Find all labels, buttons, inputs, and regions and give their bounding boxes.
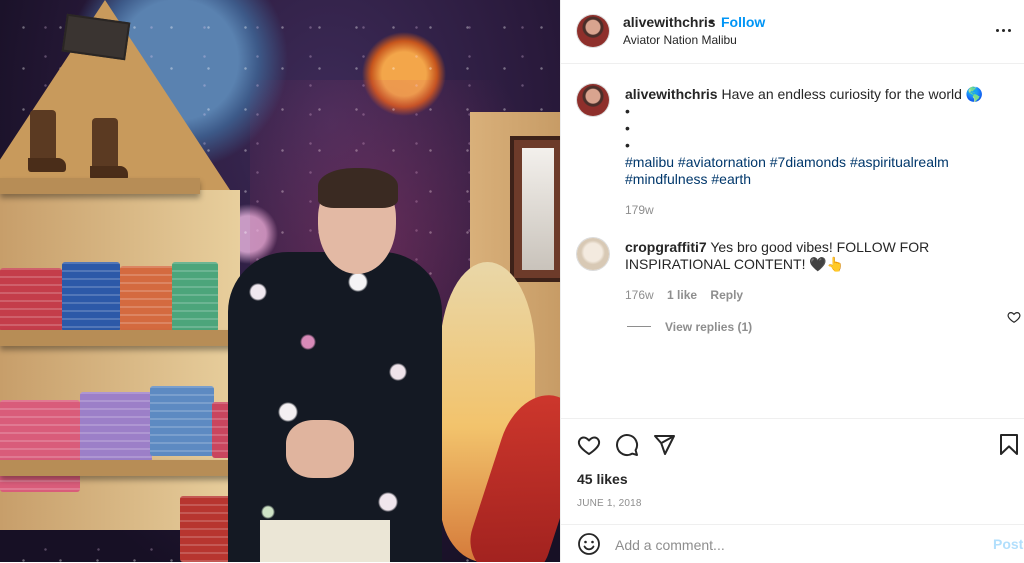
- photo-display-shelves: [0, 0, 252, 562]
- caption-line: alivewithchris Have an endless curiosity…: [625, 86, 1005, 103]
- comment-text: Yes bro good vibes! FOLLOW FOR: [710, 239, 930, 255]
- post-header: alivewithchris • Follow Aviator Nation M…: [561, 0, 1024, 64]
- photo-clothes-stack: [150, 386, 214, 456]
- post-actions: 45 likes June 1, 2018: [561, 418, 1024, 525]
- photo-shelf-board: [0, 178, 200, 194]
- location-link[interactable]: Aviator Nation Malibu: [623, 33, 737, 47]
- comment-meta: 176w 1 like Reply: [625, 288, 743, 302]
- avatar[interactable]: [577, 238, 609, 270]
- photo-boot: [90, 118, 128, 180]
- hashtag-link[interactable]: #aviatornation: [678, 154, 766, 170]
- photo-person-shirt: [228, 252, 442, 562]
- photo-shelf-board: [0, 460, 250, 476]
- photo-clothes-stack: [80, 392, 152, 462]
- hashtag-link[interactable]: #mindfulness: [625, 171, 708, 187]
- photo-boot: [28, 110, 66, 172]
- caption-timestamp[interactable]: 179w: [625, 203, 654, 217]
- comment-text-cont: INSPIRATIONAL CONTENT! 🖤👆: [625, 256, 845, 272]
- add-comment-bar: Post: [561, 524, 1024, 563]
- caption-username[interactable]: alivewithchris: [625, 86, 718, 102]
- heart-icon[interactable]: [577, 433, 601, 457]
- hashtag-link[interactable]: #malibu: [625, 154, 674, 170]
- comment-heart-icon[interactable]: [1007, 310, 1021, 324]
- comment-likes[interactable]: 1 like: [667, 288, 697, 302]
- avatar[interactable]: [577, 84, 609, 116]
- view-replies-button[interactable]: View replies (1): [665, 320, 752, 334]
- photo-clothes-stack: [0, 400, 80, 492]
- emoji-icon[interactable]: [577, 532, 601, 556]
- avatar[interactable]: [577, 15, 609, 47]
- photo-clothes-stack: [120, 266, 174, 332]
- caption-bullet: •: [625, 137, 630, 153]
- header-username[interactable]: alivewithchris: [623, 14, 716, 30]
- caption-hashtags: #malibu #aviatornation #7diamonds #aspir…: [625, 154, 1021, 188]
- hashtag-link[interactable]: #earth: [711, 171, 751, 187]
- photo-clothes-stack: [0, 268, 62, 332]
- comment-line: cropgraffiti7 Yes bro good vibes! FOLLOW…: [625, 239, 995, 256]
- reply-button[interactable]: Reply: [710, 288, 743, 302]
- follow-button[interactable]: Follow: [721, 14, 765, 30]
- comments-area: alivewithchris Have an endless curiosity…: [561, 64, 1024, 418]
- photo-person-hands: [286, 420, 354, 478]
- replies-divider: [627, 326, 651, 327]
- comment-input[interactable]: [613, 531, 977, 559]
- likes-count[interactable]: 45 likes: [577, 471, 628, 487]
- hashtag-link[interactable]: #7diamonds: [770, 154, 846, 170]
- post-sidebar: alivewithchris • Follow Aviator Nation M…: [560, 0, 1024, 562]
- photo-wall-picture: [510, 136, 560, 282]
- photo-person-hair: [318, 168, 398, 208]
- hashtag-link[interactable]: #aspiritualrealm: [850, 154, 949, 170]
- header-separator: •: [709, 13, 714, 29]
- caption-text: Have an endless curiosity for the world …: [721, 86, 984, 102]
- caption-bullet: •: [625, 103, 630, 119]
- more-horizontal-icon[interactable]: [995, 20, 1015, 40]
- photo-clothes-stack: [62, 262, 120, 332]
- caption-bullet: •: [625, 120, 630, 136]
- post-comment-button[interactable]: Post: [993, 536, 1023, 552]
- photo-clothes-stack: [172, 262, 218, 332]
- comment-username[interactable]: cropgraffiti7: [625, 239, 707, 255]
- comment-timestamp[interactable]: 176w: [625, 288, 654, 302]
- post-photo[interactable]: [0, 0, 560, 562]
- comment-icon[interactable]: [615, 433, 639, 457]
- share-icon[interactable]: [652, 433, 676, 457]
- bookmark-icon[interactable]: [997, 433, 1021, 457]
- photo-person-pants: [260, 520, 390, 562]
- photo-shelf-board: [0, 330, 236, 346]
- post-date[interactable]: June 1, 2018: [577, 498, 642, 509]
